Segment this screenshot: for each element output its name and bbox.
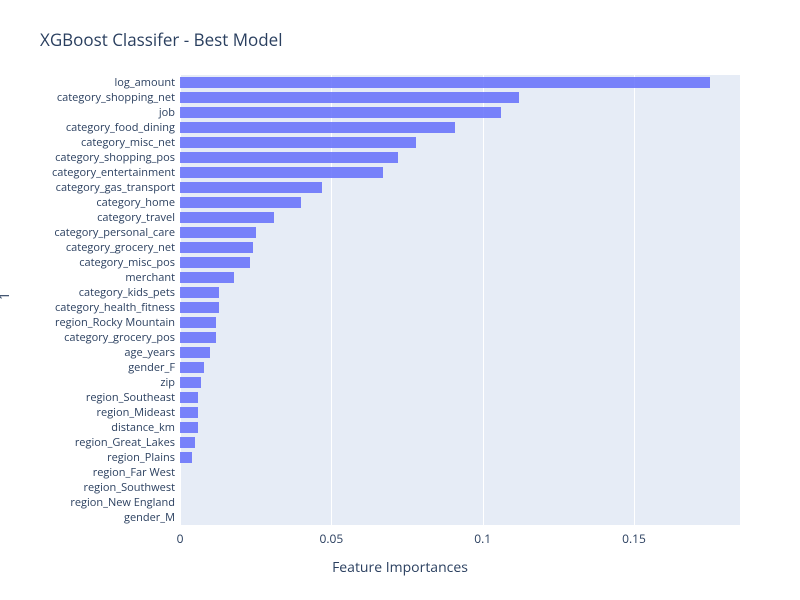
bar[interactable] (180, 167, 383, 178)
x-tick: 0.1 (474, 530, 491, 547)
y-tick-label: category_gas_transport (5, 182, 175, 193)
y-tick-label: gender_M (5, 512, 175, 523)
y-tick-label: category_home (5, 197, 175, 208)
y-tick-label: region_Southeast (5, 392, 175, 403)
y-tick-label: category_shopping_net (5, 92, 175, 103)
gridline (483, 75, 484, 525)
bar[interactable] (180, 422, 198, 433)
y-tick-label: category_grocery_pos (5, 332, 175, 343)
y-tick-label: category_misc_net (5, 137, 175, 148)
plot-area[interactable] (180, 75, 740, 525)
y-tick-label: region_Mideast (5, 407, 175, 418)
y-tick-label: distance_km (5, 422, 175, 433)
y-tick-label: region_Southwest (5, 482, 175, 493)
bar[interactable] (180, 137, 416, 148)
bar[interactable] (180, 377, 201, 388)
y-tick-label: region_New England (5, 497, 175, 508)
bar[interactable] (180, 272, 234, 283)
chart-title: XGBoost Classifer - Best Model (40, 28, 283, 51)
bar[interactable] (180, 152, 398, 163)
y-tick-label: zip (5, 377, 175, 388)
bar[interactable] (180, 437, 195, 448)
bar[interactable] (180, 212, 274, 223)
bar[interactable] (180, 197, 301, 208)
y-tick-label: category_health_fitness (5, 302, 175, 313)
y-tick-label: merchant (5, 272, 175, 283)
y-tick-label: region_Great_Lakes (5, 437, 175, 448)
y-tick-label: category_shopping_pos (5, 152, 175, 163)
bar[interactable] (180, 347, 210, 358)
y-tick-label: category_entertainment (5, 167, 175, 178)
bar[interactable] (180, 407, 198, 418)
y-tick-label: job (5, 107, 175, 118)
bar[interactable] (180, 107, 501, 118)
y-tick-label: category_grocery_net (5, 242, 175, 253)
bar[interactable] (180, 77, 710, 88)
bar[interactable] (180, 182, 322, 193)
bar[interactable] (180, 317, 216, 328)
bar[interactable] (180, 287, 219, 298)
y-tick-label: category_misc_pos (5, 257, 175, 268)
y-tick-label: category_kids_pets (5, 287, 175, 298)
y-tick-label: category_travel (5, 212, 175, 223)
x-tick: 0.15 (622, 530, 646, 547)
bar[interactable] (180, 392, 198, 403)
y-tick-label: gender_F (5, 362, 175, 373)
bar[interactable] (180, 227, 256, 238)
chart-container: XGBoost Classifer - Best Model 1 log_amo… (0, 0, 800, 600)
bar[interactable] (180, 122, 455, 133)
bar[interactable] (180, 362, 204, 373)
bar[interactable] (180, 92, 519, 103)
y-tick-label: age_years (5, 347, 175, 358)
y-tick-label: region_Far West (5, 467, 175, 478)
x-axis-title: Feature Importances (0, 558, 800, 577)
bar[interactable] (180, 332, 216, 343)
y-tick-label: category_personal_care (5, 227, 175, 238)
y-tick-label: category_food_dining (5, 122, 175, 133)
y-tick-label: region_Plains (5, 452, 175, 463)
gridline (634, 75, 635, 525)
bar[interactable] (180, 257, 250, 268)
bar[interactable] (180, 242, 253, 253)
bar[interactable] (180, 452, 192, 463)
y-tick-label: region_Rocky Mountain (5, 317, 175, 328)
x-tick: 0 (177, 530, 184, 547)
y-tick-label: log_amount (5, 77, 175, 88)
bar[interactable] (180, 302, 219, 313)
x-tick: 0.05 (319, 530, 343, 547)
